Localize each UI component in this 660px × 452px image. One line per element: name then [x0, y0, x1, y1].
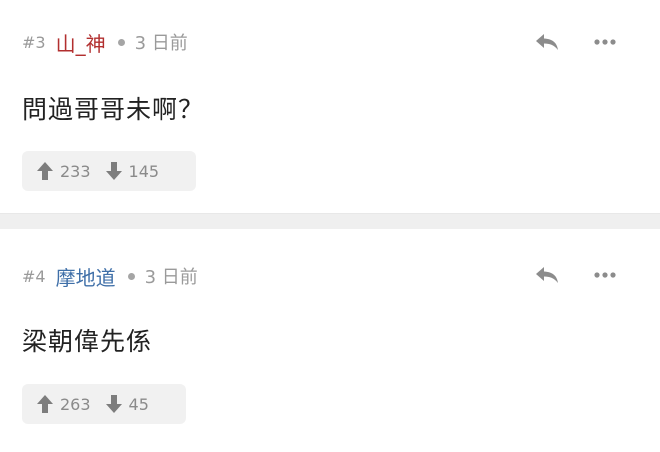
upvote-count: 233 — [60, 161, 91, 181]
arrow-up-icon — [37, 395, 53, 413]
reply-button[interactable] — [532, 29, 562, 55]
comment-meta: #4 摩地道 3 日前 — [22, 262, 198, 290]
comment-divider — [0, 213, 660, 229]
timestamp: 3 日前 — [134, 33, 188, 54]
comment-3: #3 山_神 3 日前 問過哥哥未啊？ 233 145 — [0, 0, 660, 213]
more-options-button[interactable] — [590, 262, 620, 288]
more-icon — [594, 272, 616, 278]
reply-icon — [536, 267, 558, 283]
downvote-count: 45 — [128, 394, 149, 414]
reply-button[interactable] — [532, 262, 562, 288]
username-link[interactable]: 摩地道 — [56, 262, 116, 291]
separator-dot — [127, 272, 135, 280]
floor-number: #4 — [22, 266, 46, 286]
downvote-count: 145 — [128, 161, 160, 181]
downvote-button[interactable]: 45 — [105, 394, 149, 414]
separator-dot — [117, 38, 125, 46]
comment-meta: #3 山_神 3 日前 — [22, 28, 188, 56]
vote-bar: 263 45 — [22, 384, 186, 424]
arrow-up-icon — [37, 162, 53, 180]
upvote-button[interactable]: 263 — [36, 394, 91, 414]
upvote-button[interactable]: 233 — [36, 161, 91, 181]
comment-body: 問過哥哥未啊？ — [22, 95, 205, 124]
timestamp: 3 日前 — [144, 267, 198, 288]
arrow-down-icon — [105, 395, 122, 413]
downvote-button[interactable]: 145 — [105, 161, 160, 181]
comment-thread: #3 山_神 3 日前 問過哥哥未啊？ 233 145 #4 摩地道 3 日前 … — [0, 0, 660, 452]
username-link[interactable]: 山_神 — [56, 28, 106, 57]
vote-bar: 233 145 — [22, 151, 196, 191]
upvote-count: 263 — [60, 394, 91, 414]
arrow-down-icon — [105, 162, 122, 180]
more-options-button[interactable] — [590, 29, 620, 55]
floor-number: #3 — [22, 32, 46, 52]
more-icon — [594, 39, 616, 45]
comment-body: 梁朝偉先係 — [22, 327, 153, 356]
reply-icon — [536, 34, 558, 50]
comment-4: #4 摩地道 3 日前 梁朝偉先係 263 45 — [0, 229, 660, 452]
